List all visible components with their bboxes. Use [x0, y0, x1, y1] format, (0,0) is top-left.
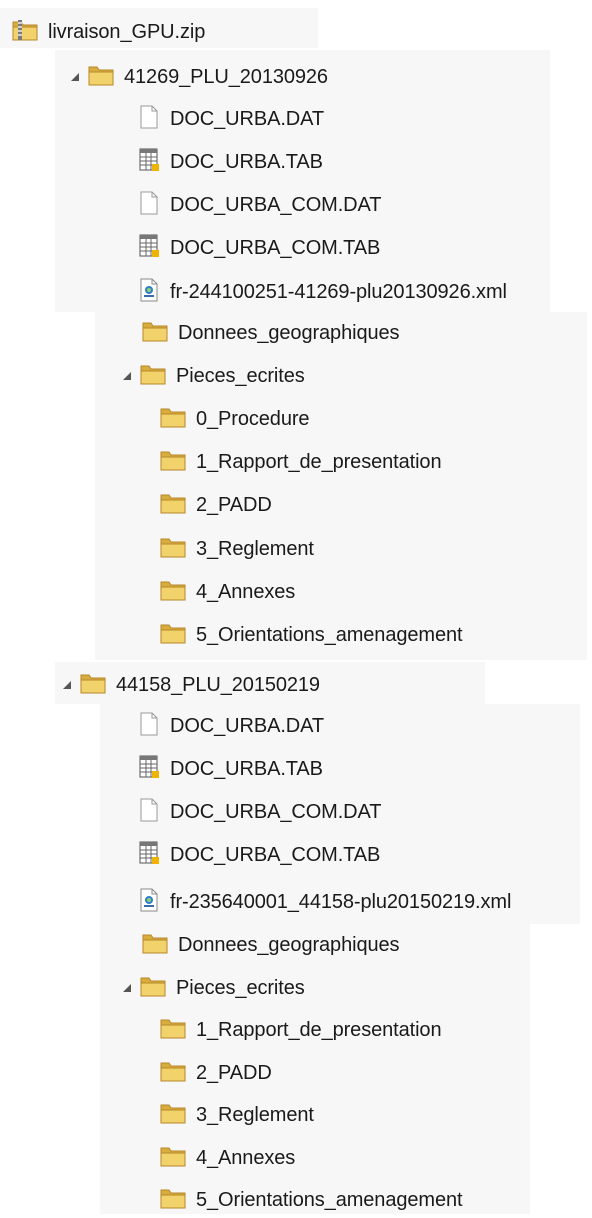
tree-item-folder[interactable]: Donnees_geographiques	[142, 927, 400, 963]
expand-arrow-icon[interactable]	[120, 369, 134, 383]
tree-item-label: 1_Rapport_de_presentation	[196, 1018, 442, 1041]
folder-icon	[160, 1016, 186, 1045]
tree-item-label: 0_Procedure	[196, 407, 310, 430]
folder-icon	[142, 931, 168, 960]
tree-item-label: Donnees_geographiques	[178, 933, 400, 956]
tree-item-file[interactable]: DOC_URBA.DAT	[138, 101, 324, 137]
folder-icon	[160, 1059, 186, 1088]
tree-item-label: DOC_URBA_COM.TAB	[170, 236, 381, 259]
expand-arrow-icon[interactable]	[60, 678, 74, 692]
folder-icon	[142, 319, 168, 348]
tree-item-folder[interactable]: 1_Rapport_de_presentation	[160, 1012, 442, 1048]
folder-icon	[140, 362, 166, 391]
folder-icon	[160, 448, 186, 477]
tree-item-folder[interactable]: 2_PADD	[160, 487, 272, 523]
tree-item-label: 3_Reglement	[196, 1103, 314, 1126]
table-file-icon	[138, 148, 160, 177]
folder-icon	[160, 535, 186, 564]
tree-item-folder[interactable]: Donnees_geographiques	[142, 315, 400, 351]
tree-item-label: DOC_URBA.DAT	[170, 714, 325, 737]
xml-file-icon	[138, 888, 160, 917]
tree-item-label: 5_Orientations_amenagement	[196, 1188, 463, 1211]
folder-icon	[80, 671, 106, 700]
table-file-icon	[138, 234, 160, 263]
table-file-icon	[138, 841, 160, 870]
tree-item-file[interactable]: DOC_URBA_COM.DAT	[138, 794, 381, 830]
folder-icon	[160, 621, 186, 650]
expand-arrow-icon[interactable]	[120, 981, 134, 995]
tree-item-label: Pieces_ecrites	[176, 364, 305, 387]
tree-item-label: 2_PADD	[196, 1061, 272, 1084]
tree-item-file[interactable]: fr-244100251-41269-plu20130926.xml	[138, 274, 507, 310]
tree-item-folder[interactable]: 3_Reglement	[160, 531, 314, 567]
tree-item-label: 2_PADD	[196, 493, 272, 516]
tree-item-folder[interactable]: 1_Rapport_de_presentation	[160, 444, 442, 480]
tree-item-project-2[interactable]: 44158_PLU_20150219	[60, 667, 320, 703]
tree-item-label: Donnees_geographiques	[178, 321, 400, 344]
tree-item-label: DOC_URBA.DAT	[170, 107, 325, 130]
folder-icon	[140, 974, 166, 1003]
tree-item-label: 5_Orientations_amenagement	[196, 623, 463, 646]
tree-item-folder[interactable]: 0_Procedure	[160, 401, 310, 437]
tree-item-folder[interactable]: 2_PADD	[160, 1055, 272, 1091]
tree-item-label: livraison_GPU.zip	[48, 20, 206, 43]
tree-item-label: Pieces_ecrites	[176, 976, 305, 999]
folder-icon	[160, 491, 186, 520]
tree-item-file[interactable]: DOC_URBA.TAB	[138, 751, 323, 787]
tree-item-label: 4_Annexes	[196, 1146, 296, 1169]
folder-icon	[160, 578, 186, 607]
blank-file-icon	[138, 105, 160, 134]
tree-item-project-1[interactable]: 41269_PLU_20130926	[68, 59, 328, 95]
tree-item-folder[interactable]: Pieces_ecrites	[120, 358, 305, 394]
folder-icon	[160, 1144, 186, 1173]
tree-item-label: DOC_URBA.TAB	[170, 757, 323, 780]
tree-item-file[interactable]: DOC_URBA_COM.TAB	[138, 837, 380, 873]
tree-item-label: fr-235640001_44158-plu20150219.xml	[170, 890, 512, 913]
tree-item-folder[interactable]: 4_Annexes	[160, 574, 295, 610]
expand-arrow-icon[interactable]	[68, 70, 82, 84]
blank-file-icon	[138, 191, 160, 220]
folder-icon	[160, 1186, 186, 1215]
folder-icon	[160, 405, 186, 434]
tree-item-label: 1_Rapport_de_presentation	[196, 450, 442, 473]
table-file-icon	[138, 755, 160, 784]
tree-item-folder[interactable]: 5_Orientations_amenagement	[160, 1182, 463, 1218]
tree-item-folder[interactable]: 4_Annexes	[160, 1140, 295, 1176]
tree-item-folder[interactable]: 5_Orientations_amenagement	[160, 617, 463, 653]
blank-file-icon	[138, 712, 160, 741]
tree-item-file[interactable]: fr-235640001_44158-plu20150219.xml	[138, 884, 511, 920]
tree-item-folder[interactable]: 3_Reglement	[160, 1097, 314, 1133]
xml-file-icon	[138, 278, 160, 307]
tree-item-label: 41269_PLU_20130926	[124, 65, 328, 88]
tree-item-file[interactable]: DOC_URBA.DAT	[138, 708, 324, 744]
tree-item-label: fr-244100251-41269-plu20130926.xml	[170, 280, 507, 303]
tree-item-file[interactable]: DOC_URBA_COM.DAT	[138, 187, 381, 223]
tree-item-label: 4_Annexes	[196, 580, 296, 603]
tree-item-label: DOC_URBA.TAB	[170, 150, 323, 173]
tree-item-label: DOC_URBA_COM.DAT	[170, 193, 382, 216]
zip-folder-icon	[12, 18, 38, 47]
tree-item-label: DOC_URBA_COM.TAB	[170, 843, 381, 866]
tree-item-folder[interactable]: Pieces_ecrites	[120, 970, 305, 1006]
tree-item-label: 44158_PLU_20150219	[116, 673, 320, 696]
blank-file-icon	[138, 798, 160, 827]
tree-item-root-zip[interactable]: livraison_GPU.zip	[12, 14, 205, 50]
tree-item-file[interactable]: DOC_URBA.TAB	[138, 144, 323, 180]
tree-item-label: DOC_URBA_COM.DAT	[170, 800, 382, 823]
tree-item-label: 3_Reglement	[196, 537, 314, 560]
folder-icon	[88, 63, 114, 92]
tree-item-file[interactable]: DOC_URBA_COM.TAB	[138, 230, 380, 266]
folder-icon	[160, 1101, 186, 1130]
